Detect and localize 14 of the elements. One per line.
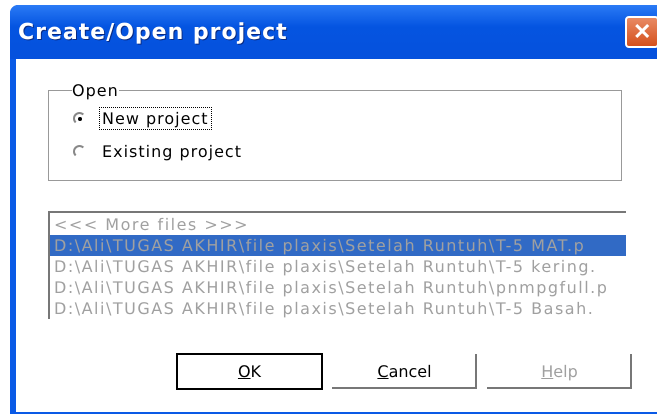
radio-label[interactable]: New project xyxy=(100,108,211,129)
list-item[interactable]: D:\Ali\TUGAS AKHIR\file plaxis\Setelah Runtuh\T-5 Basah. xyxy=(50,298,626,319)
group-label: Open xyxy=(72,81,119,100)
close-button[interactable]: ✕ xyxy=(625,16,657,48)
radio-label[interactable]: Existing project xyxy=(100,141,244,162)
dialog-button[interactable]: Cancel xyxy=(331,353,478,390)
list-item[interactable]: D:\Ali\TUGAS AKHIR\file plaxis\Setelah Runtuh\T-5 kering. xyxy=(50,256,626,277)
dialog-button[interactable]: OK xyxy=(176,353,323,390)
window-title: Create/Open project xyxy=(18,20,288,44)
list-item[interactable]: D:\Ali\TUGAS AKHIR\file plaxis\Setelah Runtuh\T-5 MAT.p xyxy=(50,235,626,256)
list-item[interactable]: <<< More files >>> xyxy=(50,214,626,235)
radio-button[interactable] xyxy=(73,112,86,125)
list-item[interactable]: D:\Ali\TUGAS AKHIR\file plaxis\Setelah Runtuh\pnmpgfull.p xyxy=(50,277,626,298)
radio-button[interactable] xyxy=(73,145,86,158)
